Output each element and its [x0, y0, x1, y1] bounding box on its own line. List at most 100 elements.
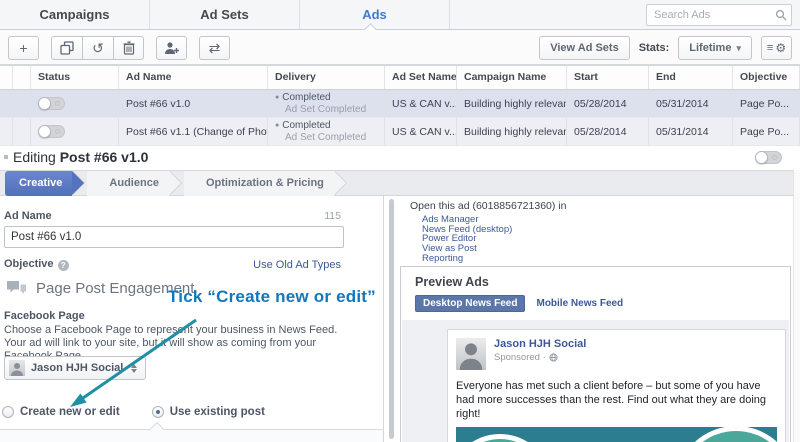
- facebook-page-selector[interactable]: Jason HJH Social: [4, 356, 146, 380]
- swap-arrows-icon: ⇄: [209, 40, 221, 57]
- select-arrows-icon: [131, 364, 137, 373]
- stats-range-value: Lifetime: [689, 42, 731, 54]
- toolbar: + ↺: [0, 30, 800, 65]
- row-gutter: [0, 90, 13, 117]
- column-header-end[interactable]: End: [649, 66, 733, 89]
- person-add-icon: [164, 41, 180, 55]
- tab-campaigns[interactable]: Campaigns: [0, 0, 150, 29]
- radio-circle-checked: [152, 406, 164, 418]
- search-input[interactable]: [646, 4, 792, 26]
- tab-ad-sets[interactable]: Ad Sets: [150, 0, 300, 29]
- toggle-knob: [38, 125, 51, 138]
- preview-panel: Open this ad (6018856721360) in Ads Mana…: [398, 196, 793, 442]
- gear-icon: ⚙: [775, 41, 786, 55]
- cell-delivery: ●Completed Ad Set Completed: [268, 90, 385, 117]
- export-import-button[interactable]: ⇄: [199, 36, 230, 60]
- caret-down-icon: ▾: [736, 43, 741, 54]
- toggle-off-ring: [55, 129, 60, 134]
- radio-circle: [2, 406, 14, 418]
- post-image-circle: [675, 427, 777, 442]
- column-header-ad-set-name[interactable]: Ad Set Name: [385, 66, 457, 89]
- search-box: [646, 4, 792, 26]
- ad-name-char-count: 115: [324, 210, 341, 222]
- column-header-objective[interactable]: Objective: [733, 66, 800, 89]
- table-header-row: Status Ad Name Delivery Ad Set Name Camp…: [0, 66, 800, 90]
- status-dot-icon: ●: [275, 122, 279, 129]
- column-header-delivery[interactable]: Delivery: [268, 66, 385, 89]
- column-header-campaign-name[interactable]: Campaign Name: [457, 66, 567, 89]
- column-header-spacer: [13, 66, 31, 89]
- status-toggle[interactable]: [38, 125, 65, 138]
- ad-preview-post: Jason HJH Social Sponsored · Everyone ha…: [447, 329, 786, 442]
- cell-start-date: 05/28/2014: [567, 90, 649, 117]
- create-ad-button[interactable]: +: [8, 36, 39, 60]
- tab-desktop-news-feed[interactable]: Desktop News Feed: [415, 295, 525, 312]
- revert-button[interactable]: ↺: [82, 36, 113, 60]
- editing-bullet-icon: [4, 155, 8, 159]
- cell-ad-name: Post #66 v1.1 (Change of Photo): [119, 118, 268, 145]
- tab-mobile-news-feed[interactable]: Mobile News Feed: [536, 298, 623, 309]
- editing-ad-name: Post #66 v1.0: [60, 149, 149, 165]
- trash-icon: [123, 41, 135, 55]
- post-page-name[interactable]: Jason HJH Social: [494, 338, 777, 350]
- ad-name-label: Ad Name: [4, 210, 52, 222]
- cell-ad-set-name: US & CAN v...: [385, 90, 457, 117]
- person-silhouette-icon: [9, 360, 25, 376]
- radio-use-existing-post[interactable]: Use existing post: [152, 406, 265, 418]
- step-optimization-pricing[interactable]: Optimization & Pricing: [184, 171, 334, 196]
- stats-range-dropdown[interactable]: Lifetime ▾: [678, 36, 752, 60]
- table-row[interactable]: Post #66 v1.0 ●Completed Ad Set Complete…: [0, 90, 800, 118]
- cell-end-date: 05/31/2014: [649, 118, 733, 145]
- top-tab-bar: Campaigns Ad Sets Ads: [0, 0, 800, 30]
- post-body-text: Everyone has met such a client before – …: [456, 370, 777, 421]
- editing-prefix: Editing: [13, 149, 56, 165]
- ad-name-input[interactable]: [4, 226, 344, 248]
- column-settings-button[interactable]: ≡ ⚙: [761, 36, 792, 60]
- column-header-start[interactable]: Start: [567, 66, 649, 89]
- audience-button[interactable]: [156, 36, 187, 60]
- cell-ad-set-name: US & CAN v...: [385, 118, 457, 145]
- delivery-substatus: Ad Set Completed: [275, 104, 384, 116]
- delete-button[interactable]: [113, 36, 144, 60]
- editor-content: Ad Name 115 Objective? Use Old Ad Types …: [0, 196, 800, 442]
- editing-title: Editing Post #66 v1.0: [13, 149, 148, 165]
- preview-backdrop: Jason HJH Social Sponsored · Everyone ha…: [402, 320, 789, 442]
- left-panel-scrollbar[interactable]: [389, 199, 394, 439]
- table-row[interactable]: Post #66 v1.1 (Change of Photo) ●Complet…: [0, 118, 800, 146]
- use-old-ad-types-link[interactable]: Use Old Ad Types: [253, 259, 341, 271]
- column-header-spacer: [0, 66, 13, 89]
- cell-objective: Page Po...: [733, 118, 800, 145]
- step-creative[interactable]: Creative: [5, 171, 72, 196]
- cell-campaign-name: Building highly relevan...: [457, 118, 567, 145]
- cell-ad-name: Post #66 v1.0: [119, 90, 268, 117]
- help-question-icon[interactable]: ?: [58, 260, 69, 271]
- status-toggle[interactable]: [38, 97, 65, 110]
- cell-objective: Page Po...: [733, 90, 800, 117]
- column-header-ad-name[interactable]: Ad Name: [119, 66, 268, 89]
- column-header-status[interactable]: Status: [31, 66, 119, 89]
- delivery-status: Completed: [282, 120, 330, 131]
- cell-status: [31, 90, 119, 117]
- stats-label: Stats:: [639, 42, 670, 54]
- editing-status-toggle[interactable]: [755, 151, 782, 164]
- post-avatar: [456, 338, 486, 370]
- plus-icon: +: [19, 40, 27, 56]
- view-ad-sets-button[interactable]: View Ad Sets: [539, 36, 629, 60]
- duplicate-button[interactable]: [51, 36, 82, 60]
- step-audience[interactable]: Audience: [87, 171, 169, 196]
- facebook-page-label: Facebook Page: [4, 310, 85, 322]
- radio-create-label: Create new or edit: [20, 406, 120, 418]
- delivery-substatus: Ad Set Completed: [275, 132, 384, 144]
- section-below: [0, 430, 383, 442]
- window-scrollbar[interactable]: [793, 170, 800, 442]
- editor-steps-bar: Creative Audience Optimization & Pricing: [0, 170, 800, 196]
- page-selector-value: Jason HJH Social: [31, 362, 123, 374]
- preview-ads-title: Preview Ads: [415, 275, 489, 289]
- cell-campaign-name: Building highly relevan...: [457, 90, 567, 117]
- post-image[interactable]: [456, 427, 777, 442]
- link-reporting[interactable]: Reporting: [422, 254, 512, 264]
- radio-create-new-or-edit[interactable]: Create new or edit: [2, 406, 120, 418]
- tab-ads[interactable]: Ads: [300, 0, 450, 29]
- editing-header: Editing Post #66 v1.0: [0, 146, 800, 170]
- radio-existing-label: Use existing post: [170, 406, 265, 418]
